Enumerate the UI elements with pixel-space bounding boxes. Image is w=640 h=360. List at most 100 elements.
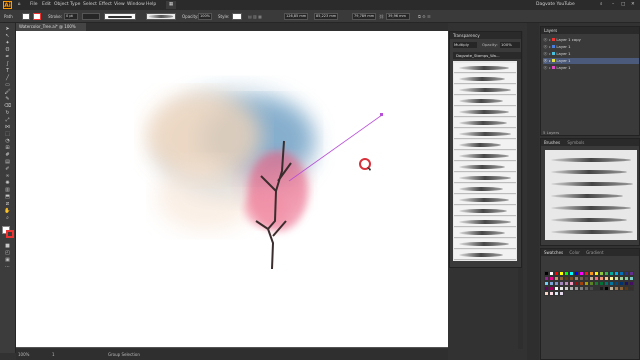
close-icon[interactable]: ✕: [631, 1, 635, 9]
document-tab[interactable]: Watercolor_Tree.ai* @ 100% (RGB/GPU Prev…: [16, 23, 86, 37]
width-tool-icon[interactable]: ⋈: [3, 124, 12, 130]
brush-swatch[interactable]: [551, 218, 627, 222]
eraser-tool-icon[interactable]: ⌫: [3, 103, 12, 109]
brush-swatch[interactable]: [551, 170, 627, 174]
layer-row-selected[interactable]: 👁 ▸ Layer 1: [543, 58, 639, 64]
anchor-point[interactable]: [380, 113, 383, 116]
blend-mode-dropdown[interactable]: Multiply: [453, 42, 477, 48]
magic-wand-tool-icon[interactable]: ✦: [3, 40, 12, 46]
stroke-color-box[interactable]: [6, 230, 14, 238]
brush-item[interactable]: [454, 184, 516, 194]
color-swatch[interactable]: [629, 286, 634, 291]
direct-selection-tool-icon[interactable]: ↖: [3, 33, 12, 39]
brush-item[interactable]: [454, 129, 516, 139]
x-position-input[interactable]: 126,85 mm: [284, 13, 308, 20]
align-icons[interactable]: ▤ ▥ ▦: [248, 12, 262, 21]
brush-item[interactable]: [454, 173, 516, 183]
brush-swatch[interactable]: [551, 158, 631, 162]
minimize-icon[interactable]: –: [612, 1, 614, 9]
eyedropper-tool-icon[interactable]: ✐: [3, 166, 12, 172]
opacity-field-panel[interactable]: 100%: [500, 42, 520, 48]
drawing-mode-icon[interactable]: ◰: [3, 250, 12, 256]
graphic-style-swatch[interactable]: [232, 13, 242, 20]
opacity-input[interactable]: 100%: [198, 13, 212, 20]
tab-swatches[interactable]: Swatches: [544, 250, 563, 255]
menu-type[interactable]: Type: [70, 1, 80, 9]
menu-effect[interactable]: Effect: [99, 1, 112, 9]
brush-swatch[interactable]: [551, 194, 623, 198]
brush-item[interactable]: [454, 140, 516, 150]
tab-gradient[interactable]: Gradient: [586, 250, 603, 255]
transform-icons[interactable]: ⧉ ⚙ ☰: [418, 12, 431, 21]
blend-tool-icon[interactable]: ∞: [3, 173, 12, 179]
brush-item[interactable]: [454, 63, 516, 73]
brush-item[interactable]: [454, 118, 516, 128]
layer-row[interactable]: 👁 ▸ Layer 1 copy: [543, 37, 639, 43]
brush-preset-dropdown[interactable]: [146, 13, 176, 20]
tab-symbols[interactable]: Symbols: [567, 140, 584, 145]
y-position-input[interactable]: 85,223 mm: [314, 13, 338, 20]
layers-panel-title[interactable]: Layers: [541, 27, 639, 34]
brush-item[interactable]: [454, 217, 516, 227]
brush-swatch[interactable]: [551, 206, 631, 210]
selection-tool-icon[interactable]: ➤: [3, 26, 12, 32]
tab-brushes[interactable]: Brushes: [544, 140, 560, 145]
brush-item[interactable]: [454, 162, 516, 172]
menu-edit[interactable]: Edit: [42, 1, 51, 9]
brush-item[interactable]: [454, 250, 516, 260]
color-mode-icon[interactable]: ■: [3, 243, 12, 249]
rectangle-tool-icon[interactable]: ▭: [3, 82, 12, 88]
link-proportions-icon[interactable]: ⛓: [379, 12, 384, 21]
menu-view[interactable]: View: [114, 1, 125, 9]
zoom-tool-icon[interactable]: ⌕: [3, 215, 12, 221]
brush-item[interactable]: [454, 239, 516, 249]
maximize-icon[interactable]: □: [621, 1, 625, 9]
graph-tool-icon[interactable]: ▥: [3, 187, 12, 193]
brush-swatch[interactable]: [551, 230, 633, 234]
brush-item[interactable]: [454, 96, 516, 106]
workspace-switcher[interactable]: Dagvate YouTube: [536, 1, 575, 9]
brush-item[interactable]: [454, 151, 516, 161]
brush-item[interactable]: [454, 74, 516, 84]
type-tool-icon[interactable]: T: [3, 68, 12, 74]
stroke-swatch[interactable]: [33, 13, 41, 20]
layer-row[interactable]: 👁 ▸ Layer 1: [543, 65, 639, 71]
stroke-weight-input[interactable]: 0 pt: [64, 13, 78, 20]
screen-mode-icon[interactable]: ▣: [3, 257, 12, 263]
menu-object[interactable]: Object: [54, 1, 69, 9]
symbol-sprayer-tool-icon[interactable]: ✺: [3, 180, 12, 186]
height-input[interactable]: 39,96 mm: [386, 13, 410, 20]
shape-builder-tool-icon[interactable]: ◔: [3, 138, 12, 144]
brush-item[interactable]: [454, 228, 516, 238]
shaper-tool-icon[interactable]: ✎: [3, 96, 12, 102]
width-input[interactable]: 79,789 mm: [352, 13, 376, 20]
home-icon[interactable]: ⌂: [16, 1, 22, 9]
menu-help[interactable]: Help: [146, 1, 156, 9]
mesh-tool-icon[interactable]: #: [3, 152, 12, 158]
brush-library-tab[interactable]: Dagvate_Stamps_Wa...: [453, 52, 521, 59]
color-swatch[interactable]: [559, 291, 564, 296]
zoom-level[interactable]: 100%: [18, 349, 29, 360]
scale-tool-icon[interactable]: ⤢: [3, 117, 12, 123]
artboard-number[interactable]: 1: [52, 349, 55, 360]
menu-select[interactable]: Select: [83, 1, 97, 9]
menu-window[interactable]: Window: [127, 1, 145, 9]
tab-color[interactable]: Color: [569, 250, 579, 255]
brush-item[interactable]: [454, 195, 516, 205]
slice-tool-icon[interactable]: ⧄: [3, 201, 12, 207]
curvature-tool-icon[interactable]: ∫: [3, 61, 12, 67]
search-icon[interactable]: ⌕: [600, 1, 603, 9]
brush-definition-dropdown[interactable]: [104, 13, 136, 20]
artboard-tool-icon[interactable]: ⬒: [3, 194, 12, 200]
layer-row[interactable]: 👁 ▸ Layer 1: [543, 44, 639, 50]
fill-swatch[interactable]: [22, 13, 30, 20]
variable-width-dropdown[interactable]: [82, 13, 100, 20]
artboard-canvas[interactable]: [16, 31, 448, 347]
transparency-panel-title[interactable]: Transparency: [450, 32, 521, 39]
perspective-grid-tool-icon[interactable]: ⊞: [3, 145, 12, 151]
pen-tool-icon[interactable]: ✒: [3, 54, 12, 60]
brush-item[interactable]: [454, 107, 516, 117]
layer-row[interactable]: 👁 ▸ Layer 1: [543, 51, 639, 57]
rotate-tool-icon[interactable]: ↻: [3, 110, 12, 116]
edit-toolbar-icon[interactable]: ⋯: [3, 264, 12, 270]
